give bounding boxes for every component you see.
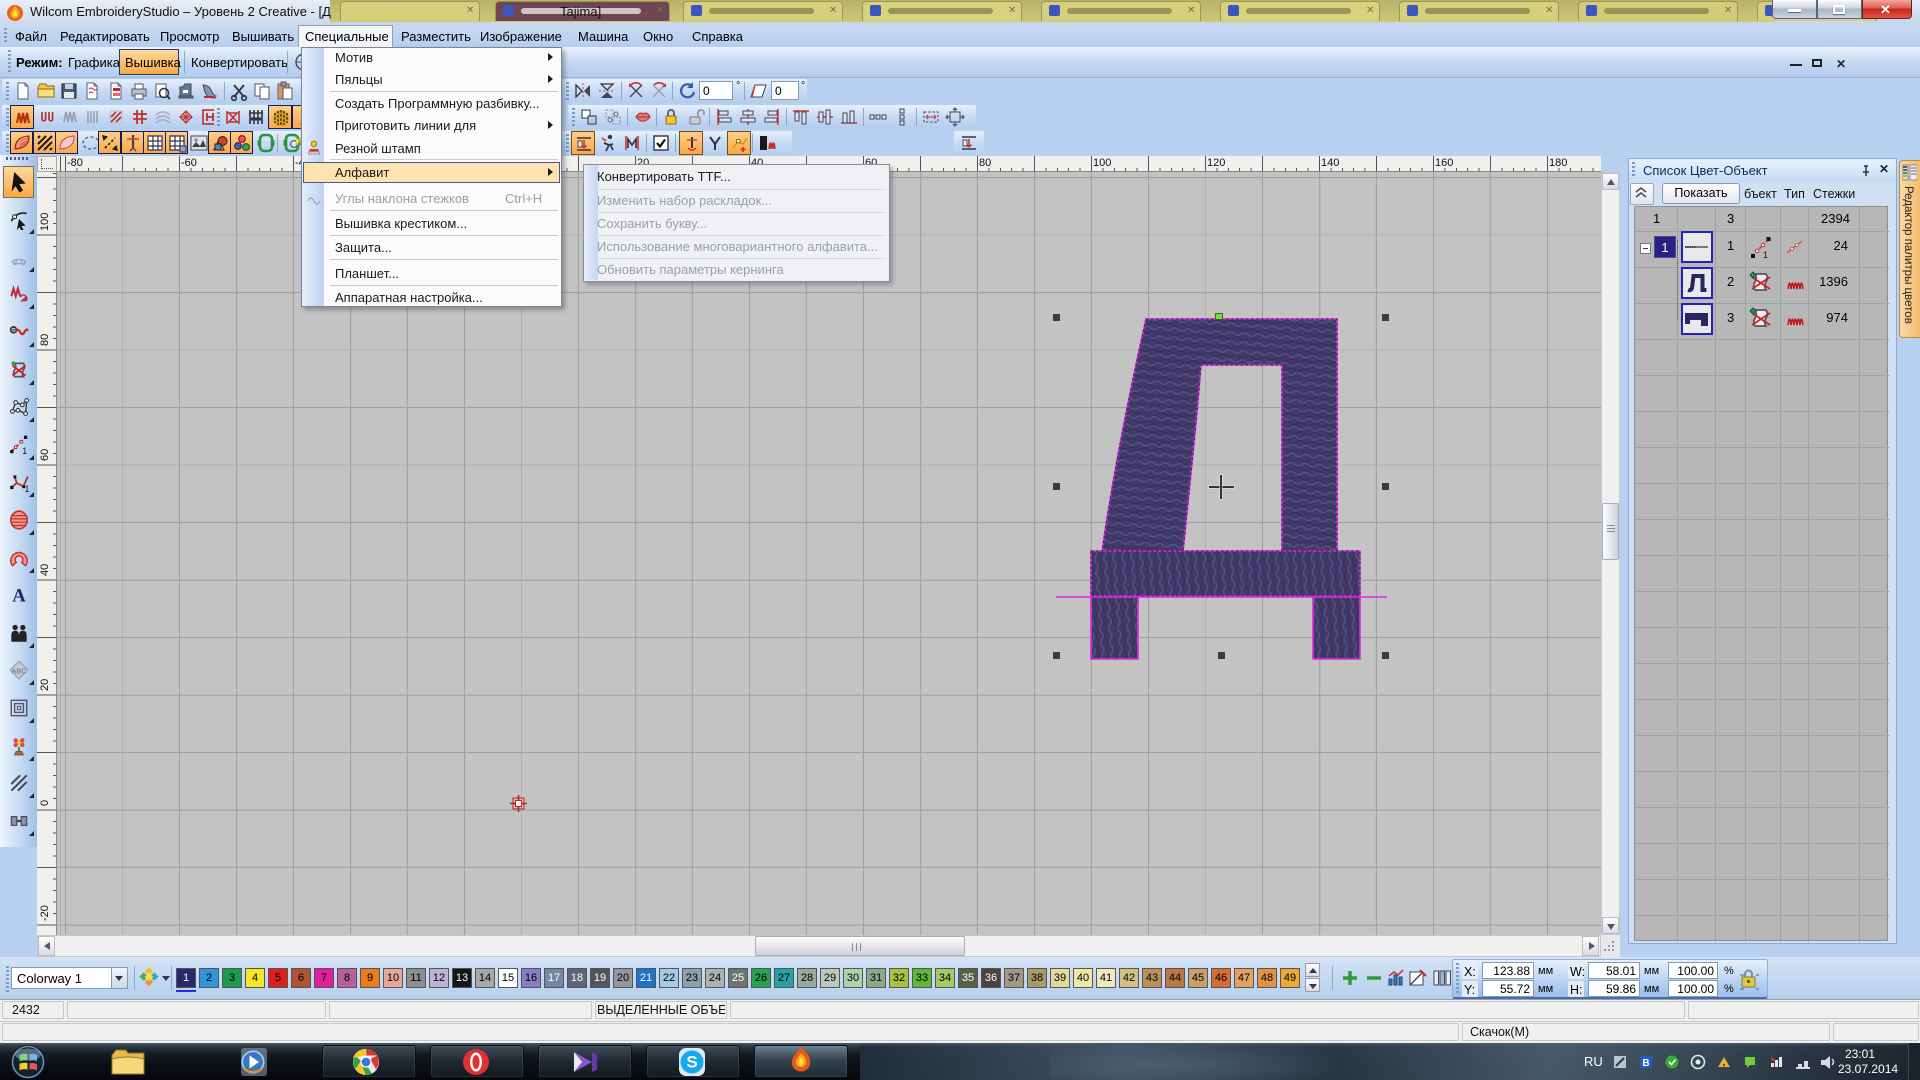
svg-text:ABC: ABC xyxy=(12,667,27,675)
svg-text:1: 1 xyxy=(22,446,27,456)
svg-text:B: B xyxy=(1642,1058,1649,1069)
svg-text:A: A xyxy=(12,586,26,606)
svg-text:S: S xyxy=(686,1053,697,1072)
svg-text:1: 1 xyxy=(1763,250,1768,260)
